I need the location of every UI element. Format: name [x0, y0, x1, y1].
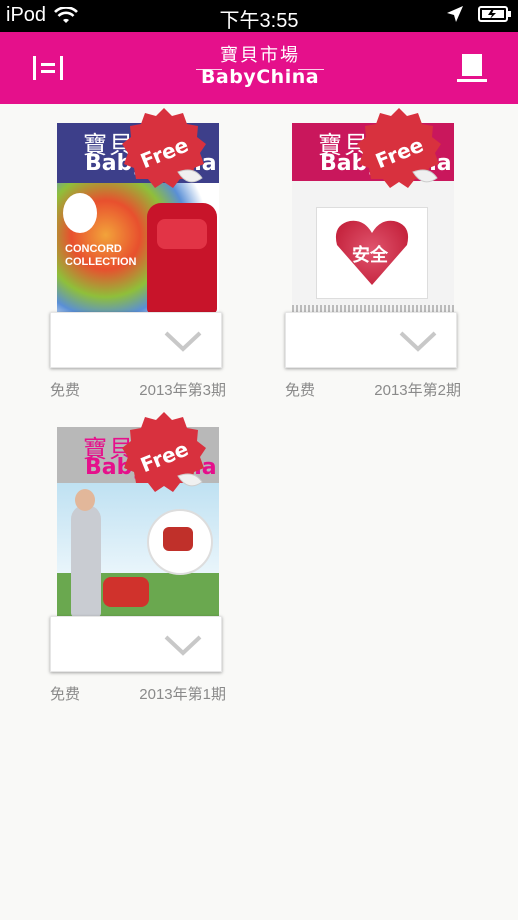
issue-card: 寶貝市場 BabyChina Free 免费 2013年第1期: [50, 408, 226, 703]
issue-price: 免费: [285, 382, 316, 399]
free-badge-icon: Free: [122, 108, 206, 188]
free-badge-icon: Free: [122, 412, 206, 492]
issue-card: 寶貝市場 BabyChina CONCORD COLLECTION Free 免…: [50, 104, 226, 399]
issue-date: 2013年第3期: [139, 382, 226, 399]
app-logo: 寶貝市場 BabyChina: [190, 46, 330, 94]
download-button[interactable]: [50, 312, 222, 368]
free-badge-icon: Free: [357, 108, 441, 188]
menu-icon: [33, 56, 63, 80]
status-bar: iPod 下午3:55: [0, 0, 518, 32]
download-button[interactable]: [50, 616, 222, 672]
issue-card: 寶貝市場 BabyChina 安全 Free 免费 2013年第2期: [285, 104, 461, 399]
bookshelf-button[interactable]: [450, 46, 494, 90]
logo-chinese: 寶貝市場: [220, 45, 300, 66]
clock: 下午3:55: [219, 10, 299, 32]
issue-date: 2013年第2期: [374, 382, 461, 399]
download-button[interactable]: [285, 312, 457, 368]
bookshelf-icon: [457, 54, 487, 82]
download-arrow-icon: [399, 331, 437, 352]
cover-text: CONCORD COLLECTION: [65, 243, 137, 268]
status-right: [446, 5, 512, 23]
cover-text: 安全: [352, 245, 388, 265]
issue-price: 免费: [50, 686, 81, 703]
nav-bar: 寶貝市場 BabyChina: [0, 32, 518, 104]
menu-button[interactable]: [26, 46, 70, 90]
download-arrow-icon: [164, 635, 202, 656]
issue-price: 免费: [50, 382, 81, 399]
battery-icon: [478, 6, 511, 22]
issue-date: 2013年第1期: [139, 686, 226, 703]
location-icon: [447, 6, 463, 22]
issue-grid: 寶貝市場 BabyChina CONCORD COLLECTION Free 免…: [0, 104, 518, 920]
download-arrow-icon: [164, 331, 202, 352]
